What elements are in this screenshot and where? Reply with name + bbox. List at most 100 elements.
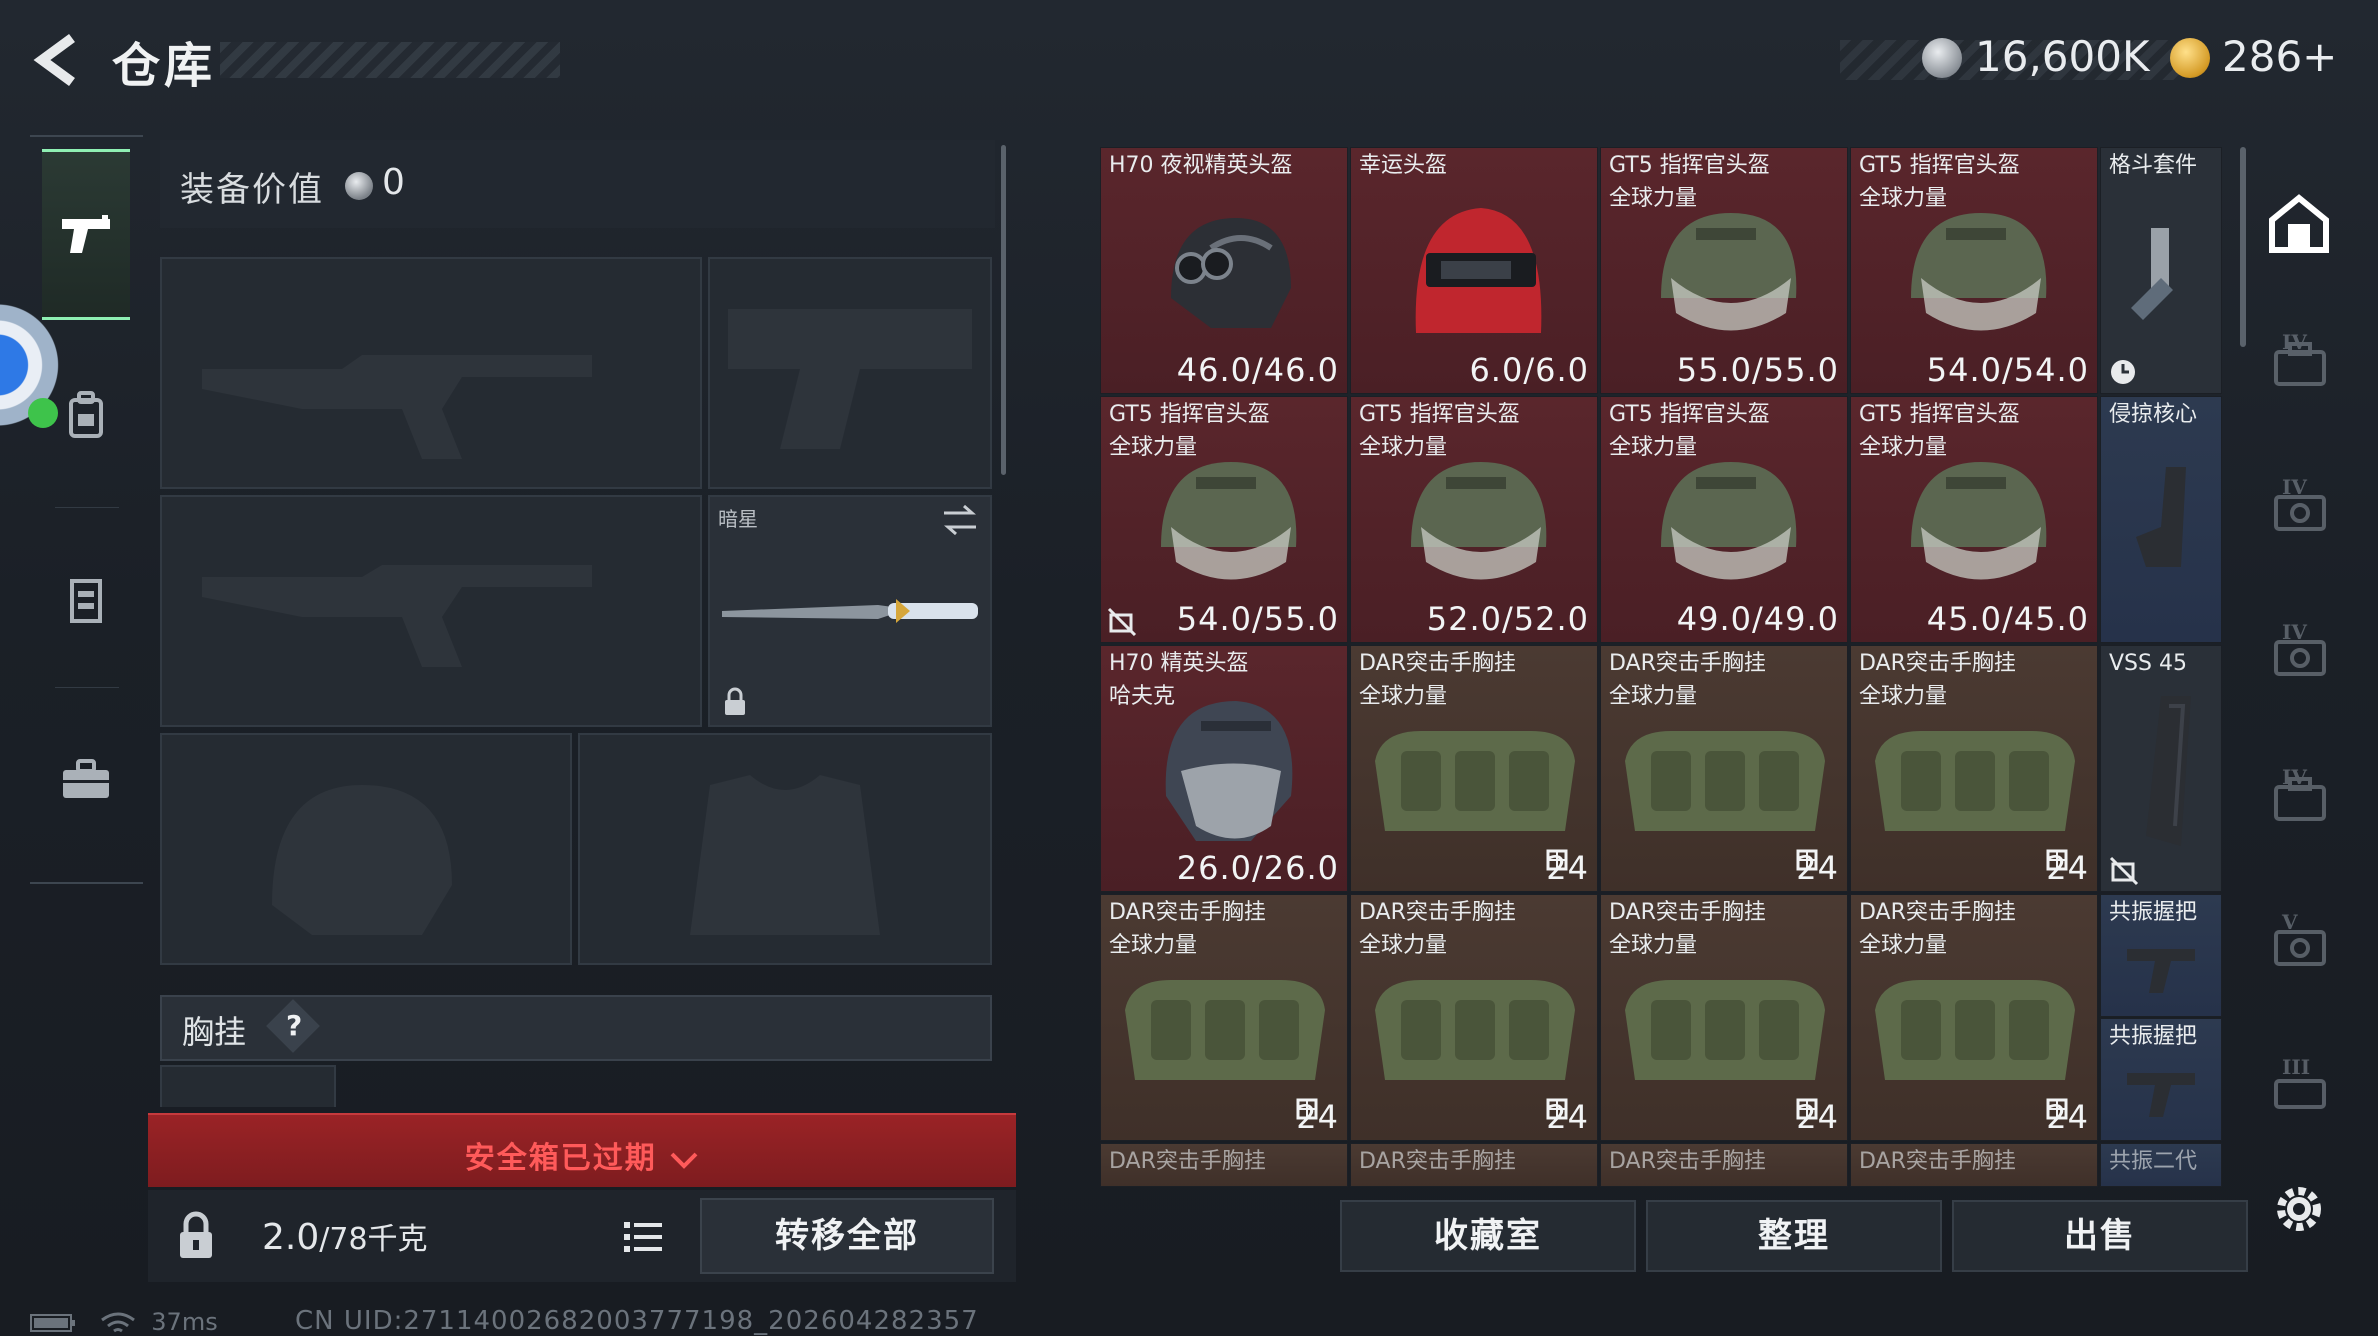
tier-label: III bbox=[2282, 1055, 2311, 1079]
loadout-scrollbar[interactable] bbox=[1001, 145, 1006, 475]
inventory-item[interactable]: GT5 指挥官头盔 全球力量 45.0/45.0 bbox=[1850, 396, 2098, 643]
melee-slot[interactable]: 暗星 bbox=[708, 495, 992, 727]
tab-armor[interactable] bbox=[42, 517, 130, 682]
inventory-item[interactable]: DAR突击手胸挂 bbox=[1600, 1143, 1848, 1187]
tab-divider bbox=[55, 507, 119, 508]
magazine-icon bbox=[2146, 696, 2191, 846]
inventory-item[interactable]: DAR突击手胸挂 全球力量 24 bbox=[1350, 645, 1598, 892]
item-name: GT5 指挥官头盔 bbox=[1859, 153, 2020, 178]
tab-weapons[interactable] bbox=[42, 149, 130, 320]
inventory-item[interactable]: DAR突击手胸挂 全球力量 24 bbox=[1100, 894, 1348, 1141]
swap-icon[interactable] bbox=[940, 503, 980, 537]
tier-label: IV bbox=[2282, 765, 2307, 789]
briefcase-icon bbox=[63, 758, 109, 798]
knife-icon bbox=[722, 599, 978, 623]
silver-coin-icon bbox=[1922, 38, 1962, 78]
inventory-item[interactable]: DAR突击手胸挂 全球力量 24 bbox=[1600, 645, 1848, 892]
storage-case-tab[interactable]: IV bbox=[2268, 330, 2332, 394]
inventory-item[interactable]: GT5 指挥官头盔 全球力量 52.0/52.0 bbox=[1350, 396, 1598, 643]
equipment-value-bar: 装备价值 0 bbox=[160, 140, 995, 228]
chest-rig-icon bbox=[1625, 980, 1825, 1080]
organize-button[interactable]: 整理 bbox=[1646, 1200, 1942, 1272]
tactical-helmet-icon bbox=[1661, 462, 1797, 580]
inventory-item[interactable]: DAR突击手胸挂 全球力量 24 bbox=[1350, 894, 1598, 1141]
primary-weapon-slot[interactable] bbox=[160, 257, 702, 489]
item-name: GT5 指挥官头盔 bbox=[1609, 402, 1770, 427]
storage-case-tab[interactable]: IV bbox=[2268, 620, 2332, 684]
item-durability: 46.0/46.0 bbox=[1176, 351, 1339, 389]
item-durability: 52.0/52.0 bbox=[1426, 600, 1589, 638]
item-name: DAR突击手胸挂 bbox=[1109, 1149, 1266, 1174]
item-name: DAR突击手胸挂 bbox=[1609, 651, 1766, 676]
inventory-item[interactable]: GT5 指挥官头盔 全球力量 54.0/54.0 bbox=[1850, 147, 2098, 394]
safebox-expired-text: 安全箱已过期 bbox=[148, 1133, 1016, 1177]
gold-currency-value[interactable]: 286+ bbox=[2222, 32, 2337, 81]
inventory-item[interactable]: DAR突击手胸挂 bbox=[1350, 1143, 1598, 1187]
night-vision-helmet-icon bbox=[1171, 218, 1291, 328]
rifle-silhouette-icon bbox=[202, 355, 592, 459]
helmet-silhouette-icon bbox=[272, 785, 452, 935]
sell-button[interactable]: 出售 bbox=[1952, 1200, 2248, 1272]
list-icon[interactable] bbox=[618, 1212, 668, 1262]
battery-icon bbox=[30, 1314, 75, 1332]
inventory-item[interactable]: DAR突击手胸挂 bbox=[1100, 1143, 1348, 1187]
lock-icon[interactable] bbox=[168, 1208, 224, 1264]
warehouse-icon[interactable] bbox=[2266, 190, 2332, 256]
tab-case[interactable] bbox=[42, 697, 130, 862]
pistol-slot[interactable] bbox=[708, 257, 992, 489]
inventory-item[interactable]: 格斗套件 bbox=[2100, 147, 2222, 394]
item-name: DAR突击手胸挂 bbox=[1109, 900, 1266, 925]
storage-case-tab[interactable]: III bbox=[2268, 1055, 2332, 1119]
gear-icon[interactable] bbox=[2270, 1180, 2328, 1238]
inventory-item[interactable]: 侵掠核心 bbox=[2100, 396, 2222, 643]
grid-capacity-icon bbox=[1796, 1098, 1818, 1120]
item-name: DAR突击手胸挂 bbox=[1609, 1149, 1766, 1174]
body-armor-slot[interactable] bbox=[578, 733, 992, 965]
storage-case-tab[interactable]: V bbox=[2268, 910, 2332, 974]
inventory-item[interactable]: DAR突击手胸挂 bbox=[1850, 1143, 2098, 1187]
tier-label: IV bbox=[2282, 475, 2307, 499]
item-name: GT5 指挥官头盔 bbox=[1859, 402, 2020, 427]
inventory-item[interactable]: 幸运头盔 6.0/6.0 bbox=[1350, 147, 1598, 394]
helmet-slot[interactable] bbox=[160, 733, 572, 965]
inventory-item[interactable]: H70 精英头盔 哈夫克 26.0/26.0 bbox=[1100, 645, 1348, 892]
item-capacity: 24 bbox=[2046, 1098, 2089, 1136]
inventory-item[interactable]: GT5 指挥官头盔 全球力量 54.0/55.0 bbox=[1100, 396, 1348, 643]
silver-currency-value[interactable]: 16,600K bbox=[1975, 32, 2150, 81]
inventory-item[interactable]: GT5 指挥官头盔 全球力量 49.0/49.0 bbox=[1600, 396, 1848, 643]
back-arrow-icon[interactable] bbox=[28, 30, 86, 90]
inventory-item[interactable]: DAR突击手胸挂 全球力量 24 bbox=[1600, 894, 1848, 1141]
inventory-item[interactable]: H70 夜视精英头盔 46.0/46.0 bbox=[1100, 147, 1348, 394]
inventory-item[interactable]: DAR突击手胸挂 全球力量 24 bbox=[1850, 645, 2098, 892]
inventory-item[interactable]: GT5 指挥官头盔 全球力量 55.0/55.0 bbox=[1600, 147, 1848, 394]
chest-rig-icon bbox=[1375, 731, 1575, 831]
equipment-value: 0 bbox=[382, 162, 405, 203]
grid-capacity-icon bbox=[1296, 1098, 1318, 1120]
tactical-helmet-icon bbox=[1411, 462, 1547, 580]
item-name: 共振二代 bbox=[2109, 1149, 2198, 1174]
item-durability: 54.0/54.0 bbox=[1926, 351, 2089, 389]
item-durability: 54.0/55.0 bbox=[1176, 600, 1339, 638]
storage-case-tab[interactable]: IV bbox=[2268, 475, 2332, 539]
storage-case-icon bbox=[2274, 930, 2326, 966]
inventory-item[interactable]: 共振二代 bbox=[2100, 1143, 2222, 1187]
transfer-all-button[interactable]: 转移全部 bbox=[700, 1198, 994, 1274]
inventory-item[interactable]: DAR突击手胸挂 全球力量 24 bbox=[1850, 894, 2098, 1141]
tier-label: V bbox=[2282, 910, 2298, 934]
grid-capacity-icon bbox=[2046, 849, 2068, 871]
loadout-panel: 装备价值 0 暗星 胸挂 ? bbox=[155, 140, 1005, 1107]
secondary-weapon-slot[interactable] bbox=[160, 495, 702, 727]
storage-case-tab[interactable]: IV bbox=[2268, 765, 2332, 829]
page-title: 仓库 bbox=[112, 38, 217, 94]
chest-rig-icon bbox=[1875, 731, 2075, 831]
item-name: 侵掠核心 bbox=[2109, 402, 2198, 427]
safebox-expired-bar[interactable]: 安全箱已过期 bbox=[148, 1113, 1016, 1187]
vest-icon bbox=[70, 578, 102, 623]
chest-rig-slot[interactable] bbox=[160, 1065, 336, 1107]
chest-rig-bar[interactable]: 胸挂 ? bbox=[160, 995, 992, 1061]
inventory-scrollbar[interactable] bbox=[2240, 147, 2246, 347]
collection-room-button[interactable]: 收藏室 bbox=[1340, 1200, 1636, 1272]
inventory-item[interactable]: VSS 45 bbox=[2100, 645, 2222, 892]
inventory-item[interactable]: 共振握把 bbox=[2100, 894, 2222, 1017]
inventory-item[interactable]: 共振握把 bbox=[2100, 1018, 2222, 1141]
